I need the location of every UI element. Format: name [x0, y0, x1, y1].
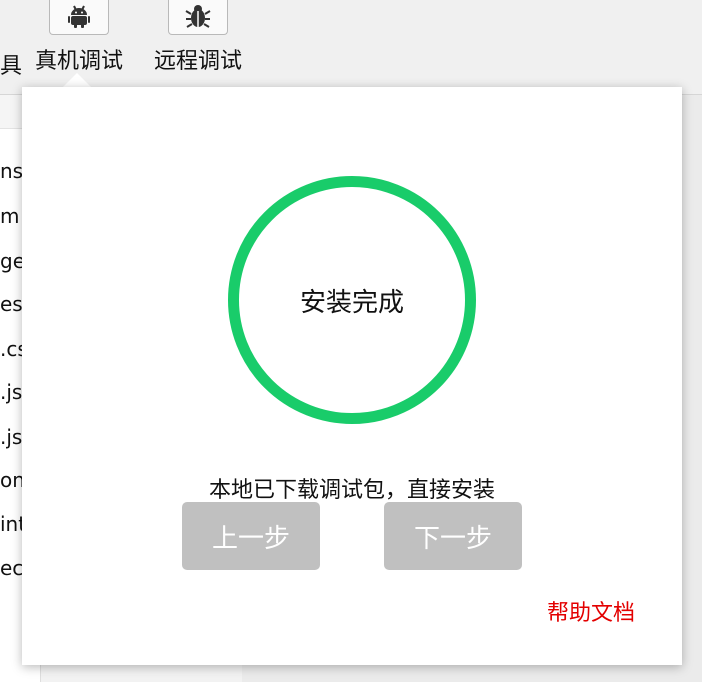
remote-debug-label: 远程调试	[153, 49, 242, 74]
real-device-debug-button[interactable]: 真机调试	[30, 0, 128, 75]
file-list-item[interactable]: m	[0, 204, 19, 228]
android-icon	[49, 0, 109, 35]
file-list-item[interactable]: .js	[0, 380, 22, 404]
toolbar: 具 真机调试 远程调试	[0, 0, 702, 95]
file-list-item[interactable]: ns	[0, 159, 23, 183]
toolbar-item-cut-label: 具	[0, 54, 23, 79]
prev-step-button[interactable]: 上一步	[182, 502, 320, 570]
install-status-text: 安装完成	[299, 287, 404, 318]
install-dialog: 安装完成 本地已下载调试包，直接安装 上一步 下一步 帮助文档	[22, 87, 682, 665]
progress-ring: 安装完成	[228, 176, 476, 424]
install-message: 本地已下载调试包，直接安装	[208, 478, 495, 503]
remote-debug-button[interactable]: 远程调试	[150, 0, 246, 75]
next-step-button[interactable]: 下一步	[384, 502, 522, 570]
help-docs-link[interactable]: 帮助文档	[547, 595, 635, 627]
file-list-item[interactable]: ec	[0, 556, 23, 580]
bug-icon	[168, 0, 228, 35]
file-list-item[interactable]: es	[0, 292, 23, 316]
file-list-item[interactable]: .js	[0, 425, 22, 449]
real-device-debug-label: 真机调试	[34, 49, 123, 74]
popup-arrow	[62, 73, 92, 88]
